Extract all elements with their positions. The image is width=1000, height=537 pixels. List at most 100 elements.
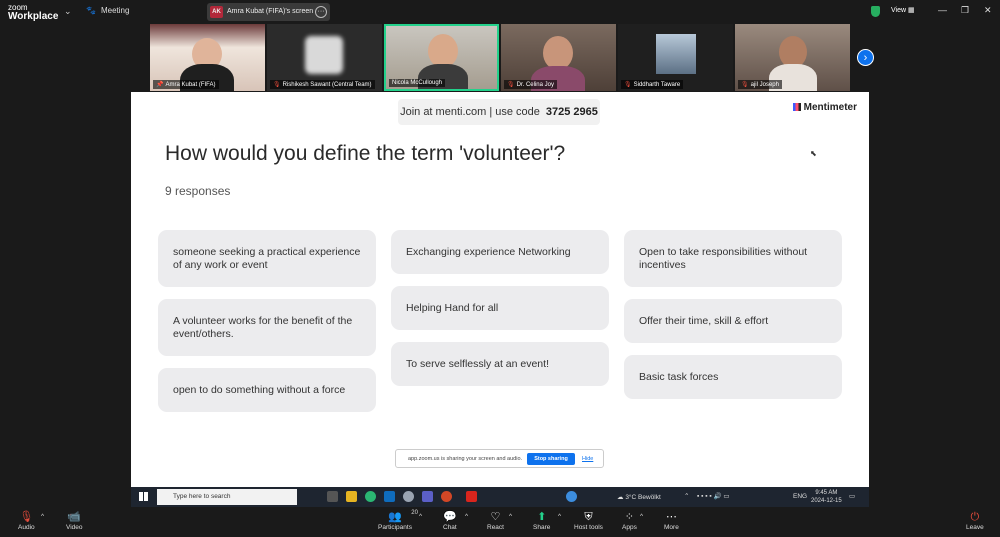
response-card: someone seeking a practical experience o… [158,230,376,287]
react-icon: ♡ [490,511,501,523]
participant-name-wrap: 📌 Amra Kubat (FIFA) [153,80,219,89]
response-card: Helping Hand for all [391,286,609,330]
mic-muted-icon: 🎙 [741,82,749,88]
more-button[interactable]: ⋯ More [664,510,679,531]
next-participants-button[interactable]: › [857,49,874,66]
outlook-icon[interactable] [384,491,395,502]
apps-icon: ⁘ [624,511,635,523]
video-button[interactable]: 📹 Video [66,510,83,531]
participant-tile[interactable]: 📌 Amra Kubat (FIFA) [150,24,265,91]
zoom-logo: zoom Workplace [8,3,59,22]
react-button[interactable]: ♡ React [487,510,504,531]
participant-name: Dr. Celina Joy [516,82,554,88]
mic-muted-icon: 🎙 [19,511,34,523]
more-icon: ⋯ [665,511,677,523]
hide-link[interactable]: Hide [582,456,593,462]
presenter-screen-label: Amra Kubat (FIFA)'s screen [227,8,314,15]
mic-muted-icon: 🎙 [507,82,515,88]
tray-chevron-icon[interactable]: ⌃ [684,492,689,500]
participant-name-wrap: 🎙 Dr. Celina Joy [504,80,557,89]
paw-icon: 🐾 [86,6,96,15]
participant-name-wrap: 🎙 ajil Joseph [738,80,782,89]
file-explorer-icon[interactable] [346,491,357,502]
mic-muted-icon: 🎙 [624,82,632,88]
chat-button[interactable]: 💬 Chat [443,510,457,531]
host-tools-label: Host tools [574,524,603,531]
response-card: Open to take responsibilities without in… [624,230,842,287]
response-card: Basic task forces [624,355,842,399]
shield-icon[interactable] [871,6,880,17]
logo-workplace: Workplace [8,11,59,22]
sharing-notification: app.zoom.us is sharing your screen and a… [395,449,604,468]
participant-tile[interactable]: 🎙 Siddharth Taware [618,24,733,91]
participant-tile-active-speaker[interactable]: Nicola McCullough [384,24,499,91]
join-code: 3725 2965 [545,106,598,118]
screen-share-pill[interactable]: AK Amra Kubat (FIFA)'s screen ··· [207,3,330,21]
zoom-app-icon[interactable] [566,491,577,502]
acrobat-icon[interactable] [466,491,477,502]
tray-icons[interactable]: ▪ ▪ ▪ ▪ 🔊 ▭ [697,492,729,500]
participants-chevron-icon[interactable]: ^ [419,513,422,520]
powerpoint-icon[interactable] [441,491,452,502]
participants-label: Participants [378,524,412,531]
question-title: How would you define the term 'volunteer… [165,142,566,165]
stop-sharing-button[interactable]: Stop sharing [527,453,575,465]
chat-icon: 💬 [443,511,457,523]
search-placeholder: Type here to search [173,493,231,500]
host-tools-button[interactable]: ⛨ Host tools [574,510,603,531]
notifications-icon[interactable]: ▭ [849,492,855,500]
participant-name: Siddharth Taware [633,82,681,88]
top-bar: zoom Workplace ⌄ 🐾 Meeting AK Amra Kubat … [0,0,1000,24]
app-icon[interactable] [403,491,414,502]
audio-label: Audio [18,524,35,531]
response-card: A volunteer works for the benefit of the… [158,299,376,356]
share-label: Share [533,524,551,531]
task-view-icon[interactable] [327,491,338,502]
meeting-label: Meeting [100,6,130,15]
mentimeter-logo: Mentimeter [792,102,857,113]
apps-button[interactable]: ⁘ Apps [622,510,637,531]
participant-tile[interactable]: 🎙 Rishikesh Sawant (Central Team) [267,24,382,91]
meeting-menu[interactable]: 🐾 Meeting [86,6,129,15]
share-chevron-icon[interactable]: ^ [558,513,561,520]
participant-tile[interactable]: 🎙 Dr. Celina Joy [501,24,616,91]
windows-start-icon[interactable] [139,492,148,501]
chat-chevron-icon[interactable]: ^ [465,513,468,520]
view-button[interactable]: View ▦ [891,6,915,14]
more-label: More [664,524,679,531]
restore-icon[interactable]: ❐ [961,5,969,16]
participant-name: Amra Kubat (FIFA) [165,82,216,88]
shared-taskbar: Type here to search ☁ 3°C Bewölkt ⌃ ▪ ▪ … [131,487,869,507]
participant-avatar-blurred [305,36,343,74]
close-icon[interactable]: ✕ [984,5,992,16]
participant-video [543,36,573,70]
language-indicator[interactable]: ENG [793,493,807,500]
weather-widget[interactable]: ☁ 3°C Bewölkt [617,493,661,501]
audio-button[interactable]: 🎙 Audio [18,510,35,531]
participants-button[interactable]: 👥 Participants 20 [378,510,418,531]
minimize-icon[interactable]: — [938,5,947,15]
shield-icon: ⛨ [584,511,593,523]
video-label: Video [66,524,83,531]
leave-icon: ⏻ [970,511,980,523]
response-card: open to do something without a force [158,368,376,412]
cloud-icon: ☁ [617,494,624,501]
more-options-icon[interactable]: ··· [315,6,327,18]
teams-icon[interactable] [422,491,433,502]
participant-strip: 📌 Amra Kubat (FIFA) 🎙 Rishikesh Sawant (Ce… [150,24,850,91]
leave-button[interactable]: ⏻ Leave [966,510,984,531]
share-button[interactable]: ⬆ Share [533,510,550,531]
react-label: React [487,524,504,531]
apps-chevron-icon[interactable]: ^ [640,513,643,520]
react-chevron-icon[interactable]: ^ [509,513,512,520]
clock[interactable]: 9:45 AM 2024-12-15 [811,489,842,505]
audio-options-chevron-icon[interactable]: ^ [41,513,44,520]
mic-muted-icon: 🎙 [273,82,281,88]
chevron-down-icon[interactable]: ⌄ [64,6,72,17]
response-card: Exchanging experience Networking [391,230,609,274]
video-off-icon: 📹 [67,511,82,523]
participant-tile[interactable]: 🎙 ajil Joseph [735,24,850,91]
taskbar-search[interactable]: Type here to search [157,489,297,505]
edge-icon[interactable] [365,491,376,502]
participant-name-wrap: 🎙 Rishikesh Sawant (Central Team) [270,80,375,89]
